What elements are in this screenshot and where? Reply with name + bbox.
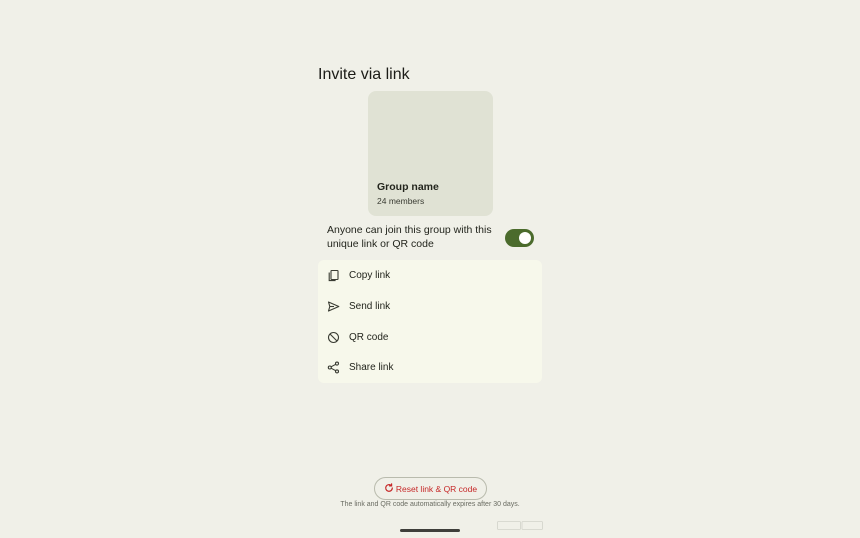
block-icon [327,331,340,344]
share-icon [327,361,340,374]
toggle-knob [519,232,531,244]
group-card: Group name 24 members [368,91,493,216]
home-indicator[interactable] [400,529,460,532]
qr-code-option[interactable]: QR code [318,322,542,352]
share-link-option[interactable]: Share link [318,352,542,382]
send-link-label: Send link [349,300,391,312]
expiry-footnote: The link and QR code automatically expir… [340,501,520,508]
send-link-option[interactable]: Send link [318,291,542,321]
reset-link-label: Reset link & QR code [395,483,478,494]
share-link-label: Share link [349,361,394,373]
join-description: Anyone can join this group with this uni… [327,224,492,250]
invite-via-link-screen: Invite via link Group name 24 members An… [0,0,860,538]
group-member-count: 24 members [377,196,425,206]
page-title: Invite via link [318,66,410,83]
link-enabled-toggle[interactable] [505,229,534,247]
link-options-card: Copy link Send link QR code Share link [318,260,542,383]
reset-link-button[interactable]: Reset link & QR code [374,477,487,500]
copy-icon [327,269,340,282]
qr-code-label: QR code [349,331,389,343]
copy-link-option[interactable]: Copy link [318,260,542,290]
copy-link-label: Copy link [349,269,391,281]
watermark-logo [497,521,543,530]
group-name: Group name [377,181,439,193]
send-icon [327,300,340,313]
refresh-icon [384,481,394,496]
